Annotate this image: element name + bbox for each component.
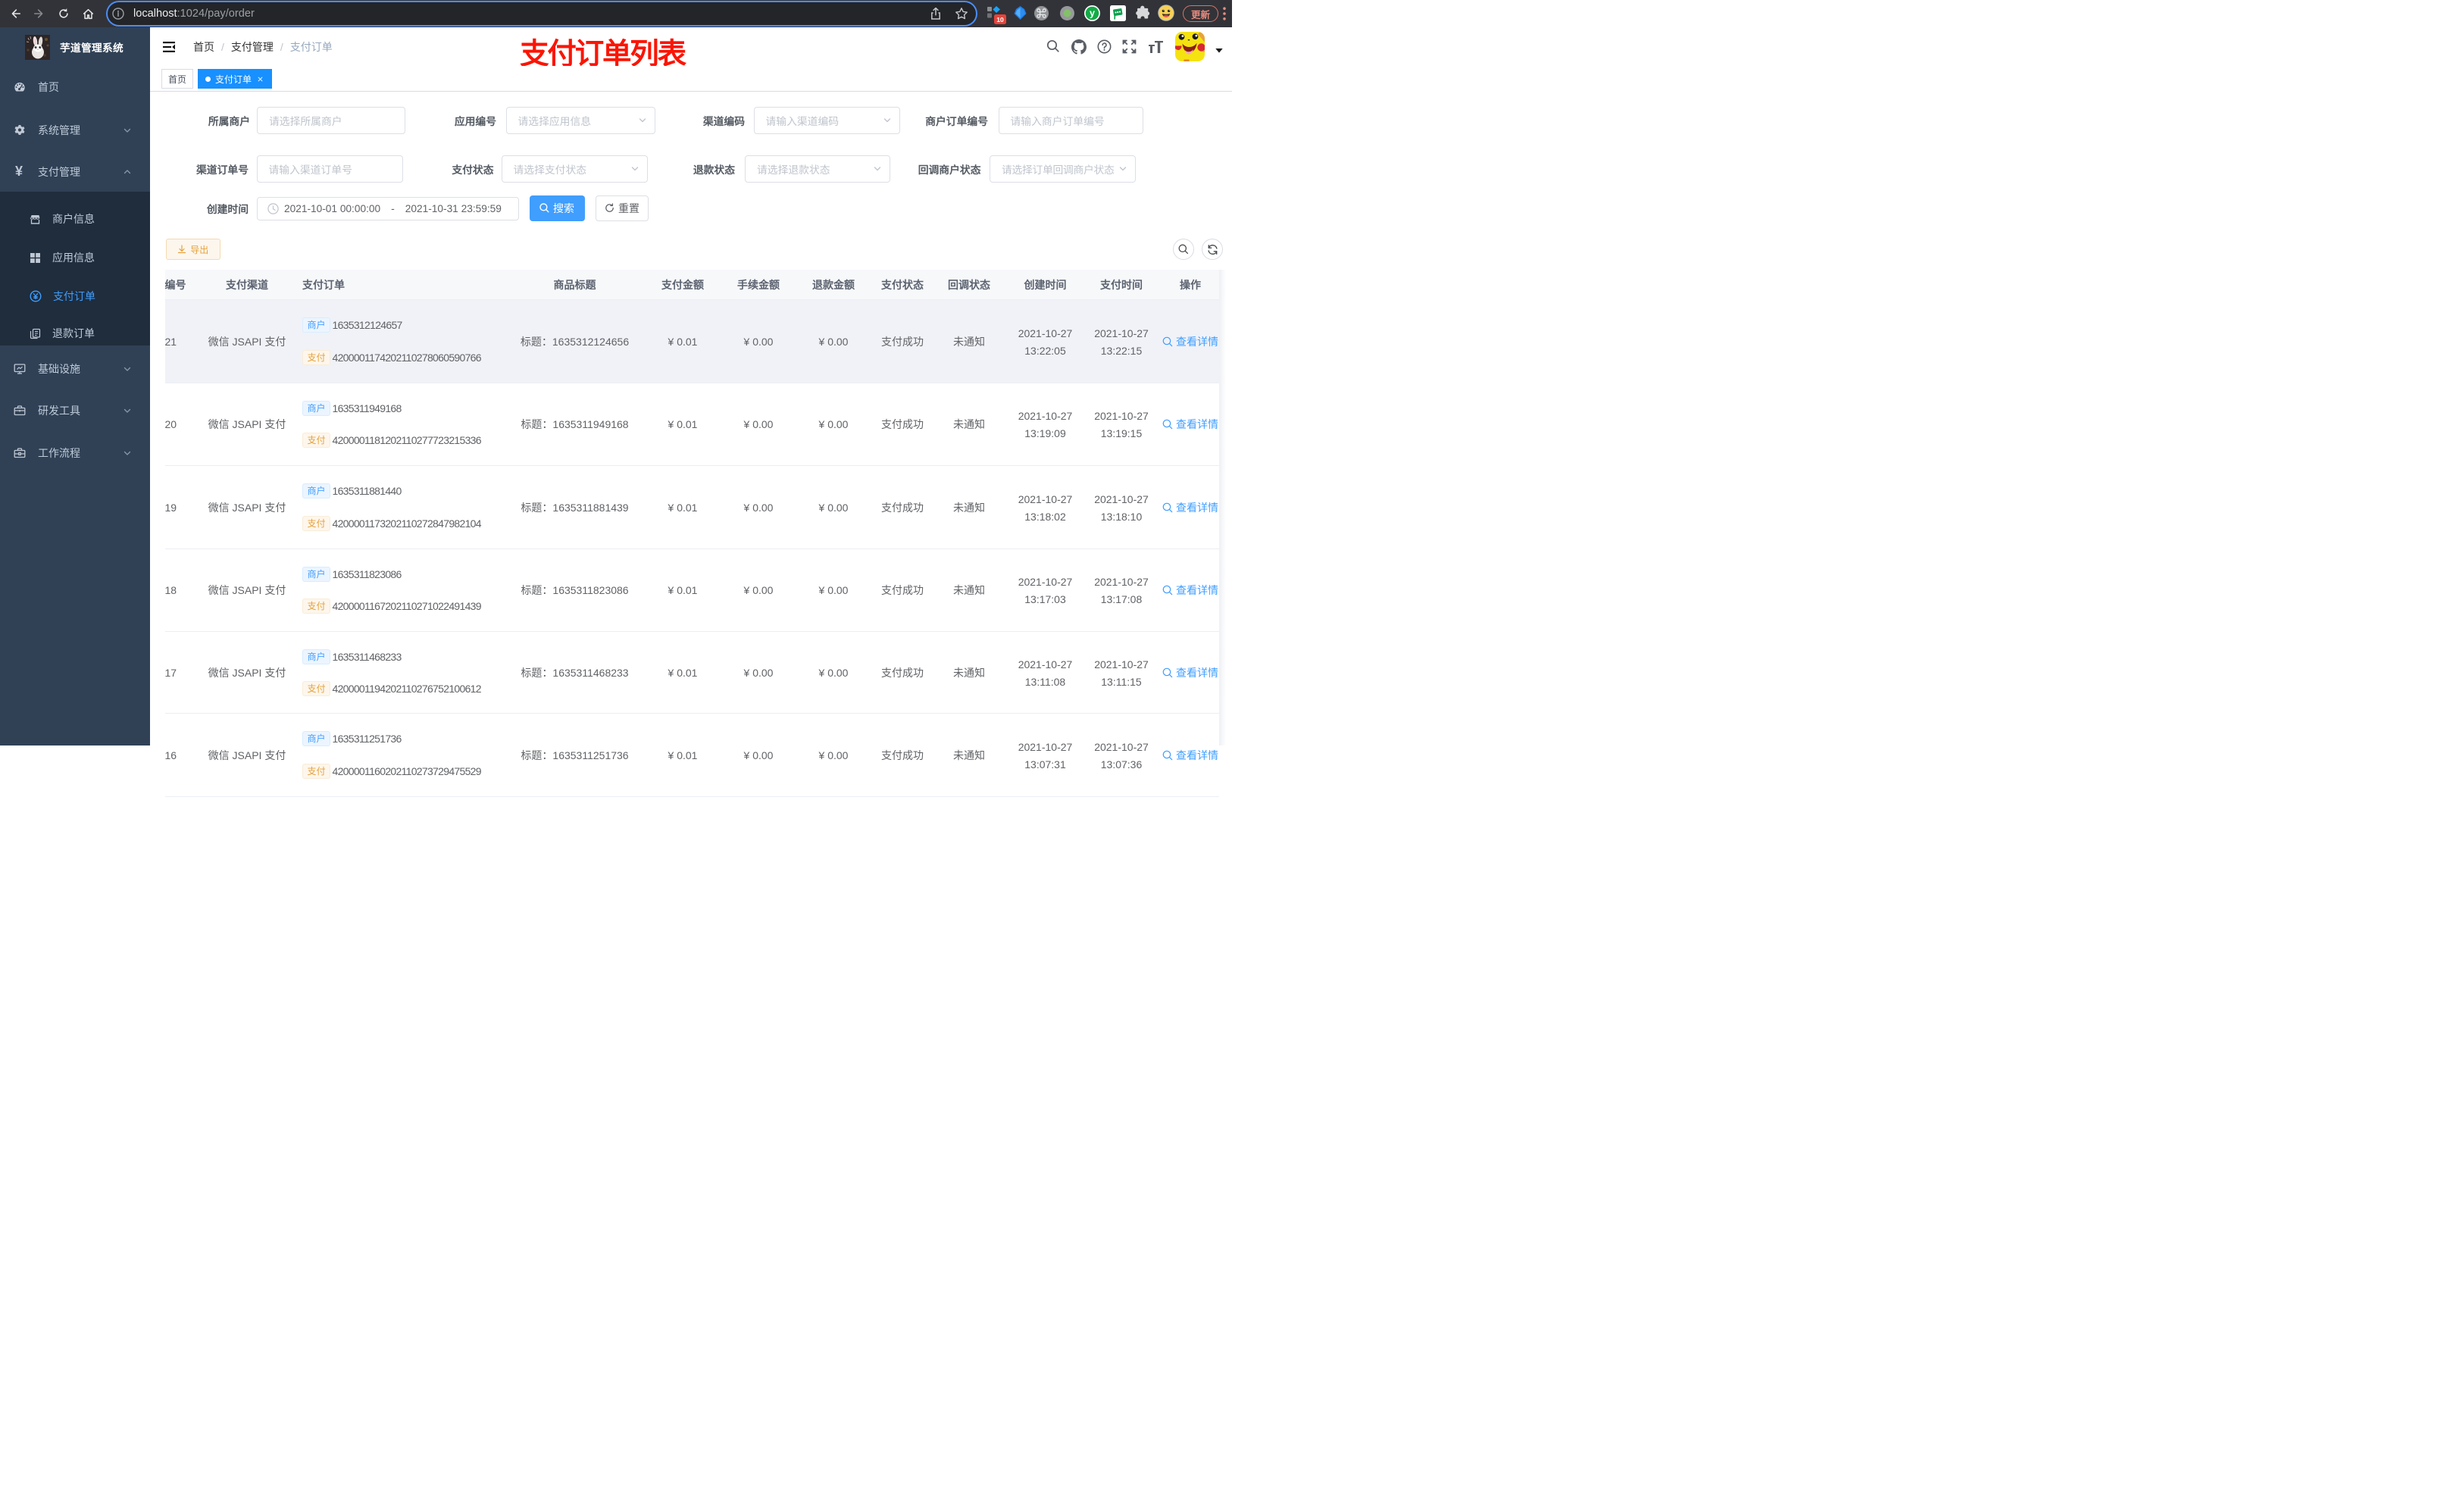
svg-text:y: y [1090,8,1095,19]
